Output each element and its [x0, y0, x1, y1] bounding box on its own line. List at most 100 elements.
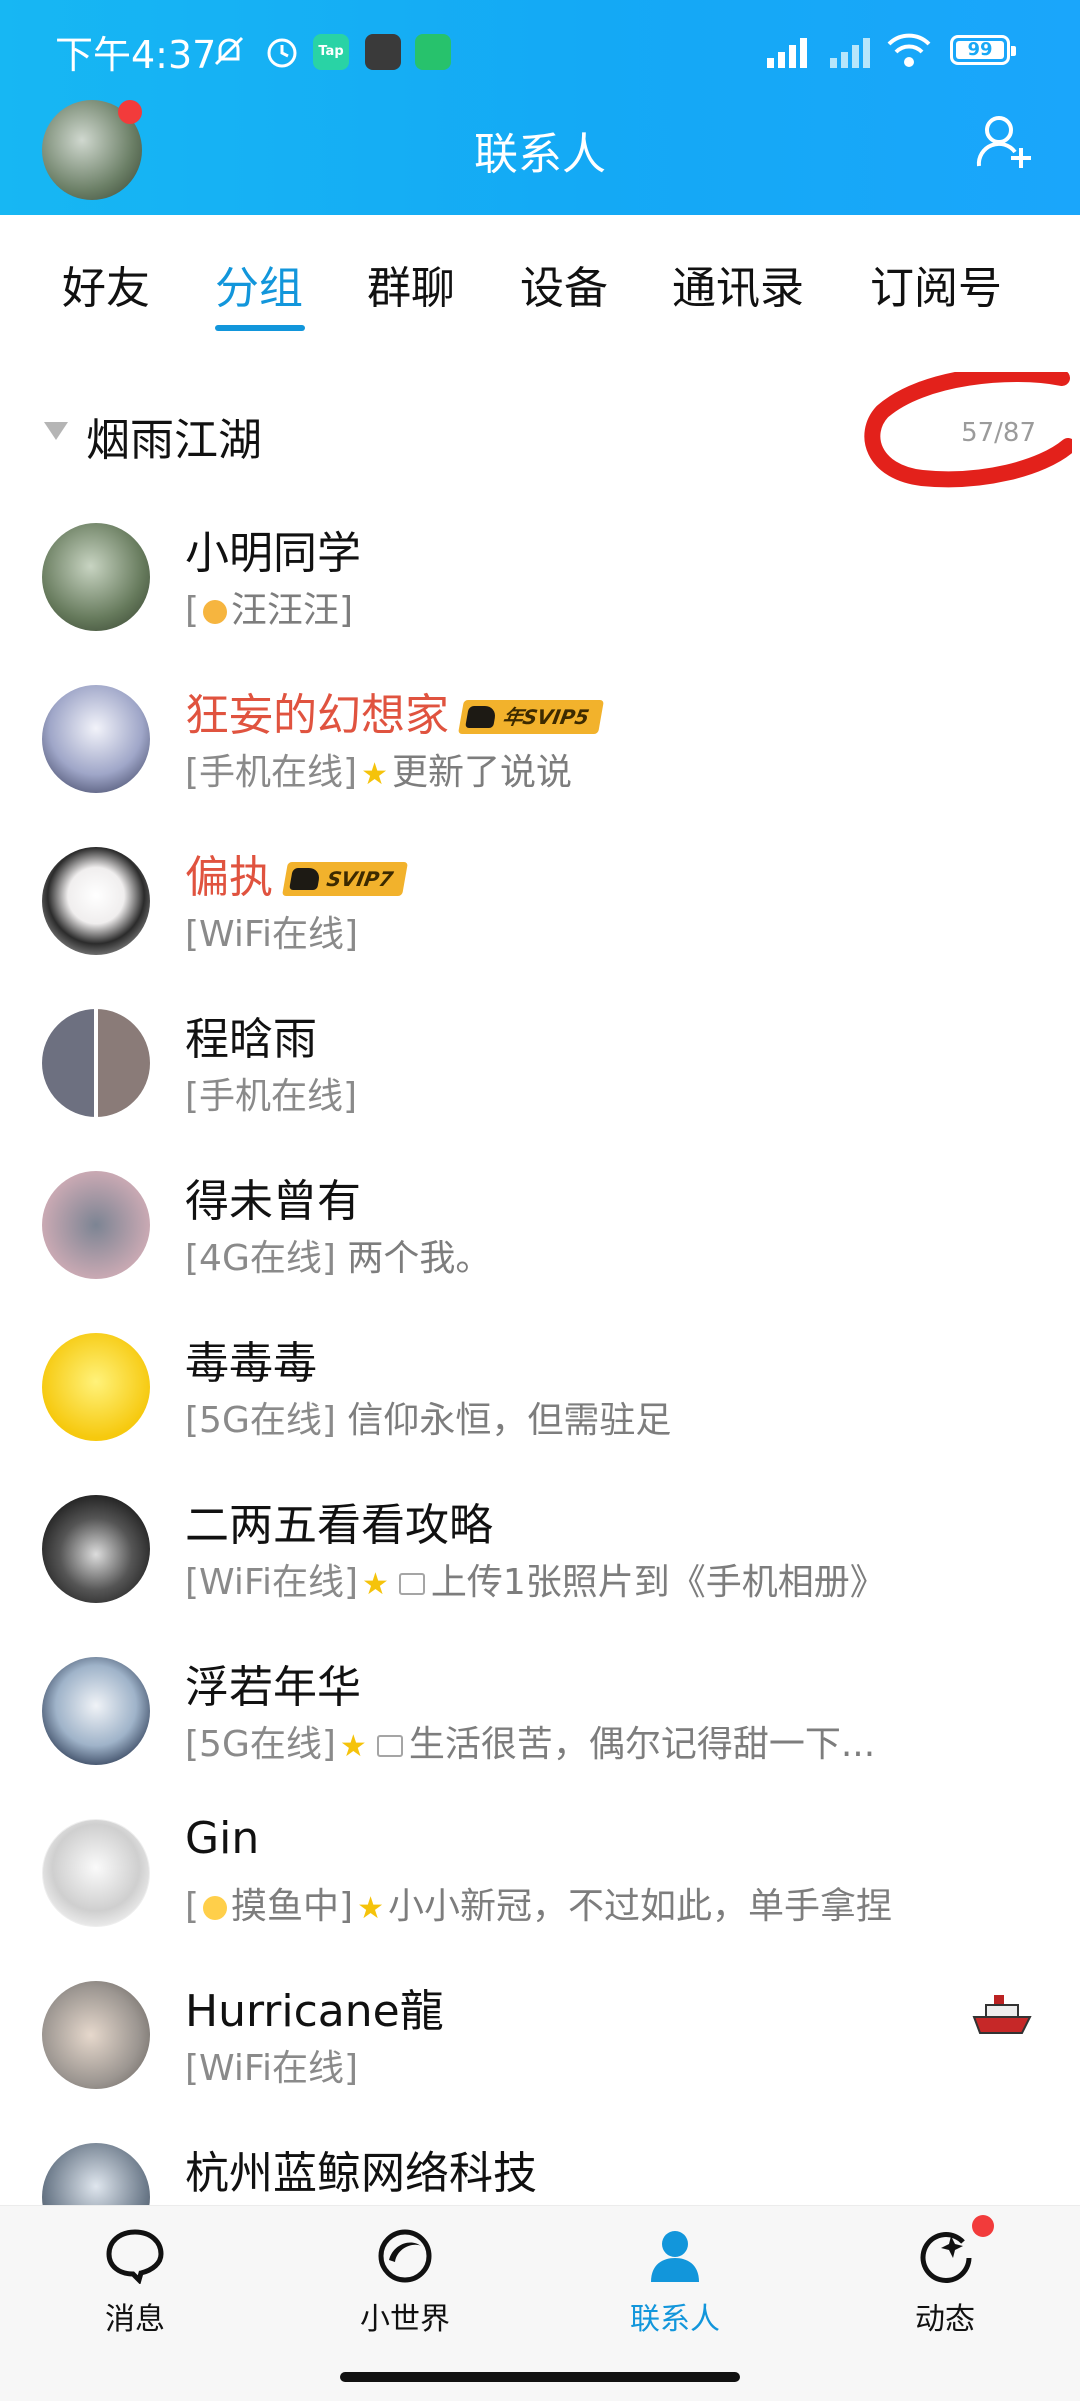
- nav-label: 联系人: [630, 2302, 720, 2337]
- red-circle-annotation: [864, 372, 1072, 488]
- status-prefix: [WiFi在线]: [185, 1562, 358, 1603]
- contact-row[interactable]: 毒毒毒 [5G在线] 信仰永恒，但需驻足: [0, 1333, 1080, 1495]
- status-bar: 下午4:37 Tap 99: [0, 0, 1080, 100]
- nav-label: 消息: [105, 2302, 165, 2337]
- contact-status: [WiFi在线]: [185, 905, 358, 957]
- add-friend-icon[interactable]: [975, 112, 1035, 172]
- contact-avatar: [42, 685, 150, 793]
- battery-indicator: 99: [950, 35, 1016, 65]
- contact-name: 程晗雨: [185, 1014, 317, 1065]
- status-prefix: [WiFi在线]: [185, 2048, 358, 2089]
- cellular-signal-weak-icon: [830, 38, 870, 68]
- group-name: 烟雨江湖: [86, 415, 262, 466]
- tab-devices[interactable]: 设备: [520, 252, 608, 316]
- svip-badge: 年SVIP5: [458, 700, 604, 734]
- status-text: 两个我。: [347, 1238, 492, 1279]
- tab-subscriptions[interactable]: 订阅号: [870, 252, 1002, 316]
- tab-groups[interactable]: 分组: [215, 252, 303, 316]
- ship-icon: [972, 1995, 1032, 2034]
- app-header: 下午4:37 Tap 99 联系人: [0, 0, 1080, 215]
- status-text: 小小新冠，不过如此，单手拿捏: [388, 1886, 893, 1927]
- photo-icon: [376, 1735, 403, 1757]
- contact-name: 得未曾有: [185, 1176, 361, 1227]
- contact-status: [WiFi在线] ★ 上传1张照片到《手机相册》: [185, 1553, 886, 1605]
- contact-name-text: 偏执: [185, 852, 273, 903]
- contact-status: [5G在线] 信仰永恒，但需驻足: [185, 1391, 671, 1443]
- home-indicator[interactable]: [340, 2372, 740, 2382]
- contact-name: 二两五看看攻略: [185, 1500, 493, 1551]
- contact-row[interactable]: Hurricane龍 [WiFi在线]: [0, 1981, 1080, 2143]
- status-text: 更新了说说: [392, 752, 573, 793]
- svip-badge: SVIP7: [282, 862, 408, 896]
- star-icon: ★: [362, 1566, 389, 1602]
- moments-notification-dot: [972, 2215, 994, 2237]
- status-text: 上传1张照片到《手机相册》: [430, 1562, 886, 1603]
- taptap-app-icon: Tap: [313, 34, 349, 70]
- nav-label: 动态: [915, 2302, 975, 2337]
- contact-name: 浮若年华: [185, 1662, 361, 1713]
- nav-messages[interactable]: 消息: [55, 2228, 215, 2338]
- contact-status: [摸鱼中] ★ 小小新冠，不过如此，单手拿捏: [185, 1877, 892, 1929]
- status-prefix: [4G在线]: [185, 1238, 336, 1279]
- status-prefix: [手机在线]: [185, 752, 358, 793]
- status-time: 下午4:37: [55, 33, 217, 77]
- contact-row[interactable]: 程晗雨 [手机在线]: [0, 1009, 1080, 1171]
- status-mood: 摸鱼中]: [231, 1886, 354, 1927]
- nav-moments[interactable]: 动态: [865, 2228, 1025, 2338]
- contact-status: [手机在线] ★ 更新了说说: [185, 743, 572, 795]
- contacts-person-icon: [651, 2231, 699, 2282]
- contact-name: Hurricane龍: [185, 1986, 444, 2037]
- contact-avatar: [42, 847, 150, 955]
- contact-status: [手机在线]: [185, 1067, 357, 1119]
- status-prefix: [手机在线]: [185, 1076, 358, 1117]
- contact-row[interactable]: 二两五看看攻略 [WiFi在线] ★ 上传1张照片到《手机相册》: [0, 1495, 1080, 1657]
- contact-name: 小明同学: [185, 528, 361, 579]
- contact-avatar: [42, 1333, 150, 1441]
- app-notification-icon: [365, 34, 401, 70]
- contact-avatar: [42, 523, 150, 631]
- tab-friends[interactable]: 好友: [62, 252, 150, 316]
- contact-tabs: 好友 分组 群聊 设备 通讯录 订阅号: [0, 252, 1080, 332]
- bell-muted-icon: [214, 36, 244, 66]
- status-prefix: [: [185, 590, 200, 631]
- contact-status: [5G在线] ★ 生活很苦，偶尔记得甜一下...: [185, 1715, 875, 1767]
- tab-group-chats[interactable]: 群聊: [367, 252, 455, 316]
- status-prefix: [5G在线]: [185, 1724, 336, 1765]
- status-text: 汪汪汪]: [231, 590, 354, 631]
- contact-name: Gin: [185, 1813, 260, 1864]
- nav-small-world[interactable]: 小世界: [325, 2228, 485, 2338]
- contact-row[interactable]: 狂妄的幻想家 年SVIP5 [手机在线] ★ 更新了说说: [0, 685, 1080, 847]
- small-world-icon: [378, 2229, 432, 2283]
- contact-name: 偏执 SVIP7: [185, 841, 408, 905]
- contact-name-text: 狂妄的幻想家: [185, 690, 449, 741]
- contact-row[interactable]: 浮若年华 [5G在线] ★ 生活很苦，偶尔记得甜一下...: [0, 1657, 1080, 1819]
- contact-status: [WiFi在线]: [185, 2039, 358, 2091]
- contact-avatar: [42, 1495, 150, 1603]
- contact-row[interactable]: Gin [摸鱼中] ★ 小小新冠，不过如此，单手拿捏: [0, 1813, 1080, 1981]
- star-icon: ★: [357, 1890, 384, 1926]
- contact-status: [ 汪汪汪]: [185, 581, 353, 633]
- status-text: 生活很苦，偶尔记得甜一下...: [408, 1724, 876, 1765]
- photo-icon: [398, 1573, 425, 1595]
- page-title: 联系人: [474, 129, 606, 180]
- contact-avatar: [42, 1657, 150, 1765]
- shield-app-icon: [415, 34, 451, 70]
- contact-avatar: [42, 1009, 150, 1117]
- battery-percent: 99: [967, 39, 993, 60]
- collapse-caret-icon: [44, 422, 68, 440]
- star-icon: ★: [339, 1728, 367, 1764]
- alarm-clock-icon: [267, 38, 297, 68]
- nav-contacts[interactable]: 联系人: [595, 2228, 755, 2338]
- tab-address-book[interactable]: 通讯录: [672, 252, 804, 316]
- active-tab-indicator: [215, 325, 305, 331]
- contact-avatar: [42, 1819, 150, 1927]
- contact-row[interactable]: 得未曾有 [4G在线] 两个我。: [0, 1171, 1080, 1333]
- contact-row[interactable]: 偏执 SVIP7 [WiFi在线]: [0, 847, 1080, 1009]
- contact-row[interactable]: 小明同学 [ 汪汪汪]: [0, 523, 1080, 685]
- status-prefix: [WiFi在线]: [185, 914, 358, 955]
- nav-label: 小世界: [360, 2302, 450, 2337]
- contact-name: 毒毒毒: [185, 1338, 317, 1389]
- contact-status: [4G在线] 两个我。: [185, 1229, 491, 1281]
- moments-star-icon: [920, 2232, 972, 2283]
- contact-avatar: [42, 1171, 150, 1279]
